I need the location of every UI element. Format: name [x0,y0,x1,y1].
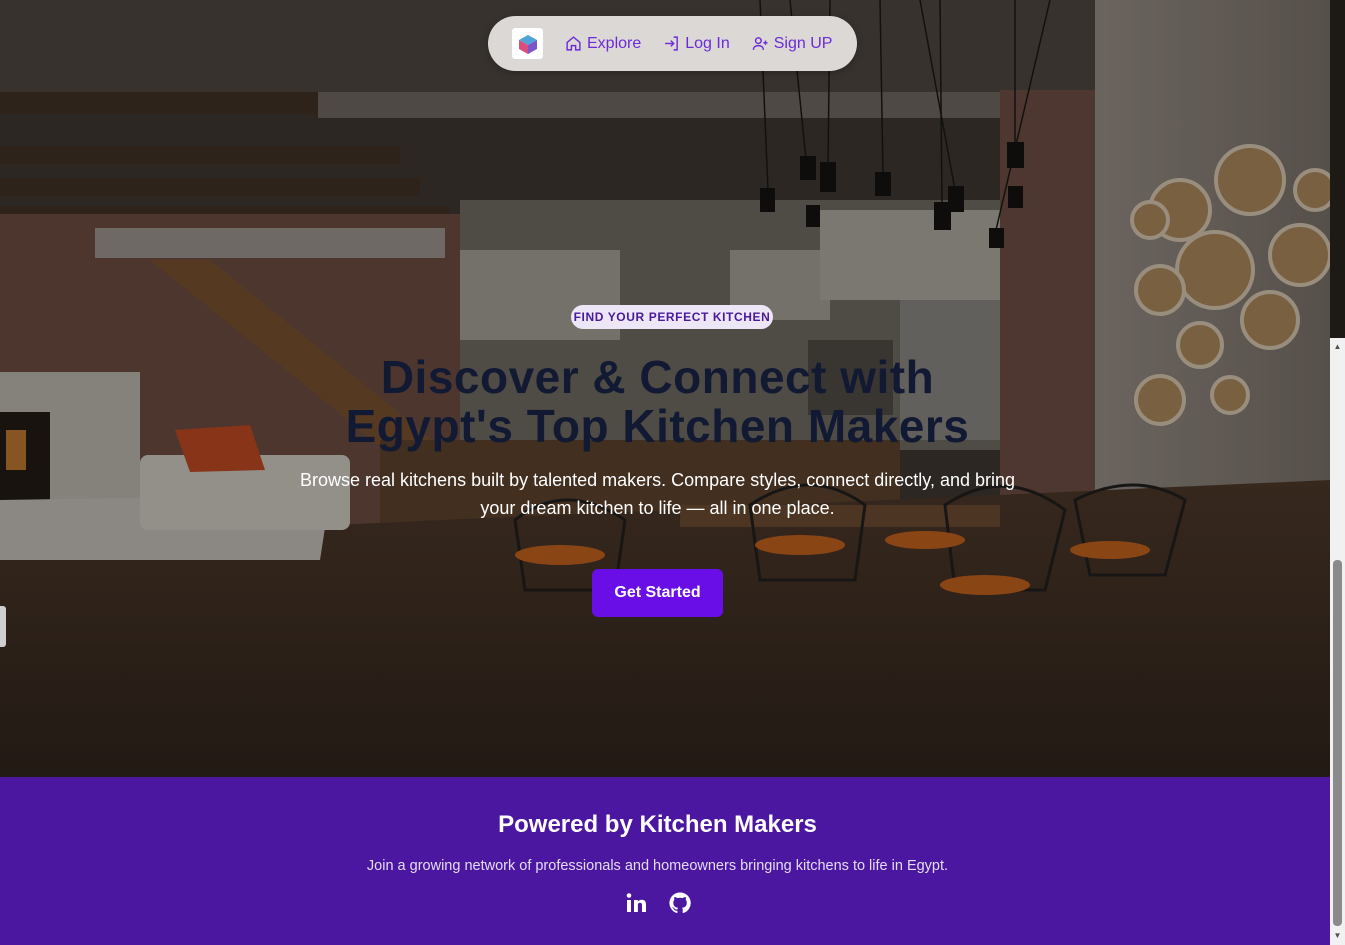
hero-section: Explore Log In Sign UP FIND YOUR PERFECT… [0,0,1330,777]
nav-explore-label: Explore [587,34,642,52]
get-started-button[interactable]: Get Started [592,569,723,617]
footer: Powered by Kitchen Makers Join a growing… [0,777,1330,945]
footer-text: Join a growing network of professionals … [366,858,949,874]
user-plus-icon [752,37,768,50]
hero-badge: FIND YOUR PERFECT KITCHEN [571,305,773,329]
top-navigation: Explore Log In Sign UP [488,16,857,71]
nav-signup-label: Sign UP [773,34,833,52]
nav-login-link[interactable]: Log In [663,34,730,53]
scrollbar-thumb[interactable] [1333,560,1342,926]
login-icon [665,36,679,51]
scroll-down-icon[interactable]: ▼ [1330,929,1345,943]
home-icon [566,36,581,51]
scroll-up-icon[interactable]: ▲ [1330,340,1345,354]
vertical-scrollbar[interactable]: ▲ ▼ [1330,338,1345,945]
nav-login-label: Log In [685,34,730,52]
footer-title: Powered by Kitchen Makers [498,811,817,838]
nav-signup-link[interactable]: Sign UP [752,34,833,53]
carousel-handle[interactable] [0,606,6,647]
nav-explore-link[interactable]: Explore [565,35,641,53]
github-icon[interactable] [668,891,692,915]
hero-headline: Discover & Connect with Egypt's Top Kitc… [345,351,970,452]
linkedin-icon[interactable] [624,891,648,915]
cube-logo-icon[interactable] [512,28,543,59]
hero-subtitle: Browse real kitchens built by talented m… [300,470,1015,518]
